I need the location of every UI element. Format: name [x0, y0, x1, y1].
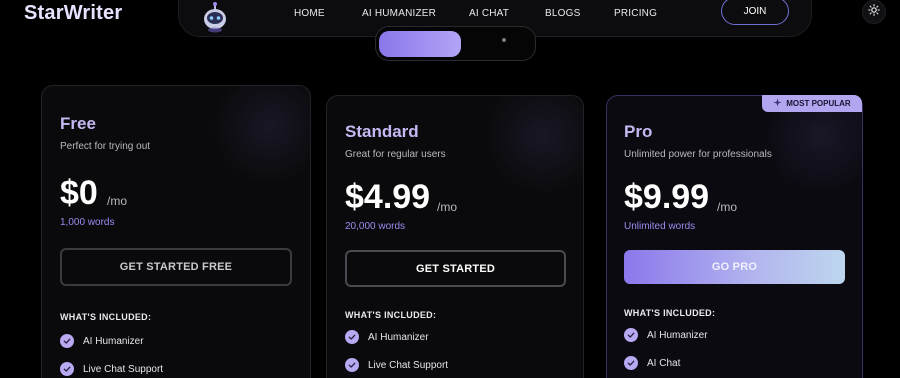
feature-label: Live Chat Support: [368, 359, 449, 371]
plan-word-limit: 20,000 words: [345, 221, 406, 232]
get-started-free-button[interactable]: GET STARTED FREE: [60, 248, 292, 286]
plan-price: $4.99: [345, 178, 431, 216]
plan-word-limit: Unlimited words: [624, 221, 696, 232]
sun-icon: [868, 3, 880, 21]
robot-mascot-icon[interactable]: [199, 0, 231, 33]
nav-link-blogs[interactable]: BLOGS: [545, 8, 580, 19]
nav-link-ai-humanizer[interactable]: AI HUMANIZER: [362, 8, 436, 19]
feature-item: AI Humanizer: [60, 334, 144, 348]
sparkle-icon: [773, 98, 782, 109]
plan-description: Perfect for trying out: [60, 141, 151, 152]
feature-item: AI Chat: [624, 356, 680, 370]
plan-description: Great for regular users: [345, 149, 446, 160]
check-icon: [345, 330, 359, 344]
check-icon: [60, 362, 74, 376]
nav-link-pricing[interactable]: PRICING: [614, 8, 657, 19]
nav-link-ai-chat[interactable]: AI CHAT: [469, 8, 509, 19]
feature-label: AI Chat: [647, 357, 681, 369]
check-icon: [624, 328, 638, 342]
join-button[interactable]: JOIN: [721, 0, 789, 25]
feature-label: AI Humanizer: [368, 331, 429, 343]
check-icon: [624, 356, 638, 370]
card-glow: [210, 86, 310, 186]
feature-item: AI Humanizer: [345, 330, 429, 344]
plan-period: /mo: [717, 200, 738, 214]
theme-toggle-button[interactable]: [862, 0, 886, 24]
plan-description: Unlimited power for professionals: [624, 149, 772, 160]
get-started-button[interactable]: GET STARTED: [345, 250, 566, 287]
feature-item: Live Chat Support: [60, 362, 163, 376]
feature-item: Live Chat Support: [345, 358, 448, 372]
check-icon: [60, 334, 74, 348]
billing-option-inactive[interactable]: [502, 38, 506, 42]
nav-link-home[interactable]: HOME: [294, 8, 325, 19]
card-glow: [483, 96, 583, 196]
included-heading: WHAT'S INCLUDED:: [60, 312, 152, 322]
billing-option-active[interactable]: [379, 31, 461, 57]
plan-name: Free: [60, 114, 96, 133]
plan-card-pro: Pro Unlimited power for professionals $9…: [606, 95, 863, 378]
billing-period-toggle[interactable]: [375, 26, 536, 61]
plan-name: Pro: [624, 122, 653, 141]
plan-price: $9.99: [624, 178, 710, 216]
most-popular-badge: MOST POPULAR: [762, 95, 862, 112]
feature-label: AI Humanizer: [83, 335, 144, 347]
check-icon: [345, 358, 359, 372]
badge-label: MOST POPULAR: [786, 99, 851, 108]
plan-period: /mo: [437, 200, 458, 214]
feature-item: AI Humanizer: [624, 328, 708, 342]
plan-price: $0: [60, 174, 98, 212]
included-heading: WHAT'S INCLUDED:: [345, 310, 437, 320]
plan-word-limit: 1,000 words: [60, 217, 115, 228]
brand-logo[interactable]: StarWriter: [24, 2, 122, 25]
plan-period: /mo: [107, 194, 128, 208]
feature-label: AI Humanizer: [647, 329, 708, 341]
included-heading: WHAT'S INCLUDED:: [624, 308, 716, 318]
feature-label: Live Chat Support: [83, 363, 164, 375]
plan-card-standard: Standard Great for regular users $4.99 /…: [326, 95, 584, 378]
go-pro-button[interactable]: GO PRO: [624, 250, 845, 284]
plan-card-free: Free Perfect for trying out $0 /mo 1,000…: [41, 85, 311, 378]
plan-name: Standard: [345, 122, 419, 141]
